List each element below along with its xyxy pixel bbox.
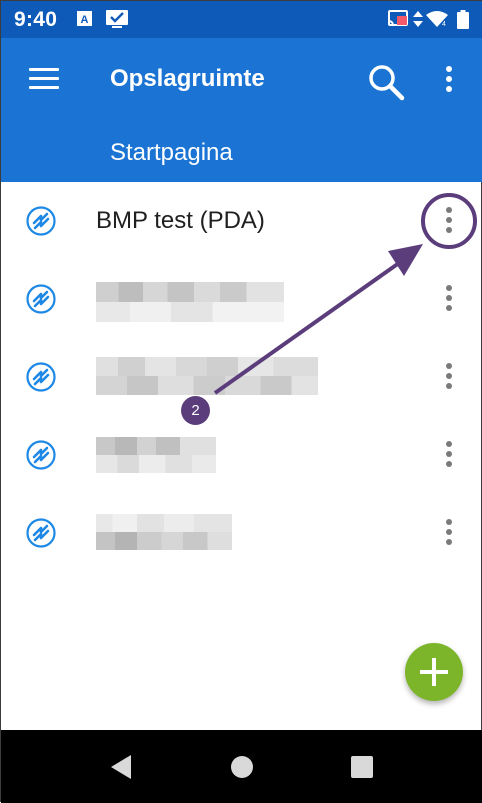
list-item[interactable] xyxy=(1,338,482,416)
data-transfer-icon xyxy=(413,11,423,27)
blurred-label xyxy=(96,514,232,550)
more-vert-icon[interactable] xyxy=(441,363,457,395)
remote-connection-icon xyxy=(26,440,56,470)
home-icon[interactable] xyxy=(230,755,254,779)
status-bar: 9:40 A 4 xyxy=(1,1,482,38)
cast-icon xyxy=(388,10,408,26)
status-time: 9:40 xyxy=(14,8,58,31)
storage-list: BMP test (PDA) xyxy=(1,182,482,572)
app-title: Opslagruimte xyxy=(110,65,265,92)
checkmark-notification-icon xyxy=(106,10,128,28)
list-item[interactable] xyxy=(1,494,482,572)
blurred-label xyxy=(96,357,318,395)
svg-text:4: 4 xyxy=(442,21,446,28)
svg-text:A: A xyxy=(81,14,89,26)
search-icon[interactable] xyxy=(366,62,406,102)
wifi-icon: 4 xyxy=(426,11,448,28)
remote-connection-icon xyxy=(26,362,56,392)
more-vert-icon[interactable] xyxy=(441,285,457,317)
plus-icon xyxy=(420,658,448,686)
back-icon[interactable] xyxy=(109,754,133,780)
remote-connection-icon xyxy=(26,518,56,548)
nav-bar xyxy=(1,730,482,803)
list-item[interactable] xyxy=(1,260,482,338)
list-item[interactable]: BMP test (PDA) xyxy=(1,182,482,260)
recents-icon[interactable] xyxy=(350,755,374,779)
remote-connection-icon xyxy=(26,206,56,236)
more-vert-icon[interactable] xyxy=(441,66,457,98)
blurred-label xyxy=(96,282,284,322)
tab-startpagina[interactable]: Startpagina xyxy=(110,139,233,167)
more-vert-icon[interactable] xyxy=(441,441,457,473)
step-badge: 2 xyxy=(181,396,210,425)
more-vert-icon[interactable] xyxy=(441,207,457,239)
list-item-label: BMP test (PDA) xyxy=(96,207,265,234)
remote-connection-icon xyxy=(26,284,56,314)
blurred-label xyxy=(96,437,216,473)
menu-icon[interactable] xyxy=(29,68,59,92)
app-bar: Opslagruimte Startpagina xyxy=(1,38,482,182)
more-vert-icon[interactable] xyxy=(441,519,457,551)
add-button[interactable] xyxy=(405,643,463,701)
list-item[interactable] xyxy=(1,416,482,494)
battery-icon xyxy=(457,10,469,29)
text-notification-icon: A xyxy=(77,11,92,26)
device-frame: 9:40 A 4 Opslagruimte Startpagina BMP te… xyxy=(0,0,482,803)
